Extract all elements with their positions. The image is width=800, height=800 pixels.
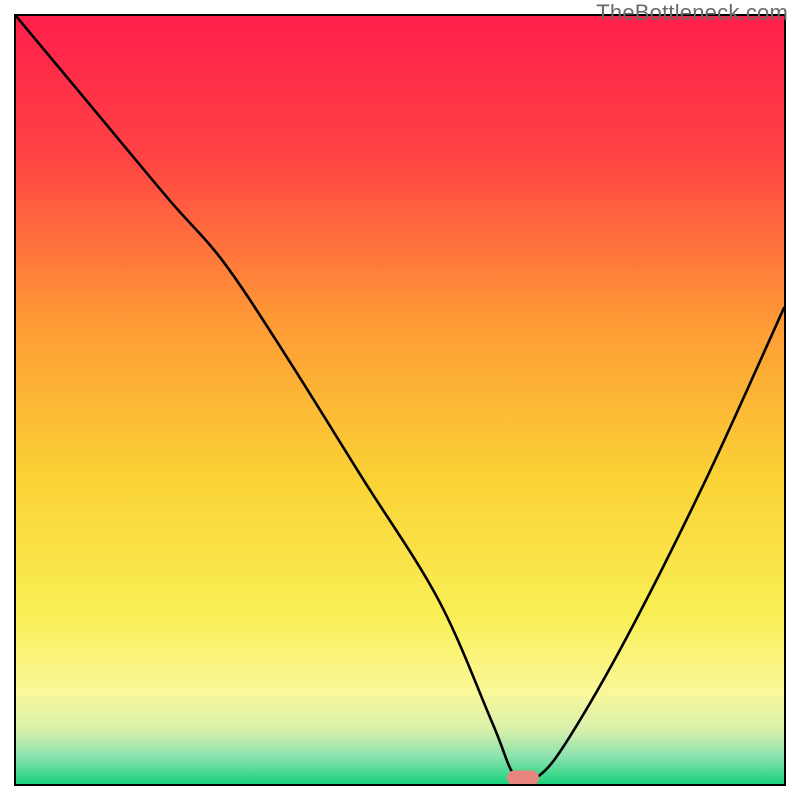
plot-area [14, 14, 786, 786]
bottleneck-curve [16, 16, 784, 782]
optimal-marker [507, 770, 539, 785]
watermark-label: TheBottleneck.com [596, 0, 788, 26]
bottleneck-chart: TheBottleneck.com [0, 0, 800, 800]
curve-layer [16, 16, 784, 784]
